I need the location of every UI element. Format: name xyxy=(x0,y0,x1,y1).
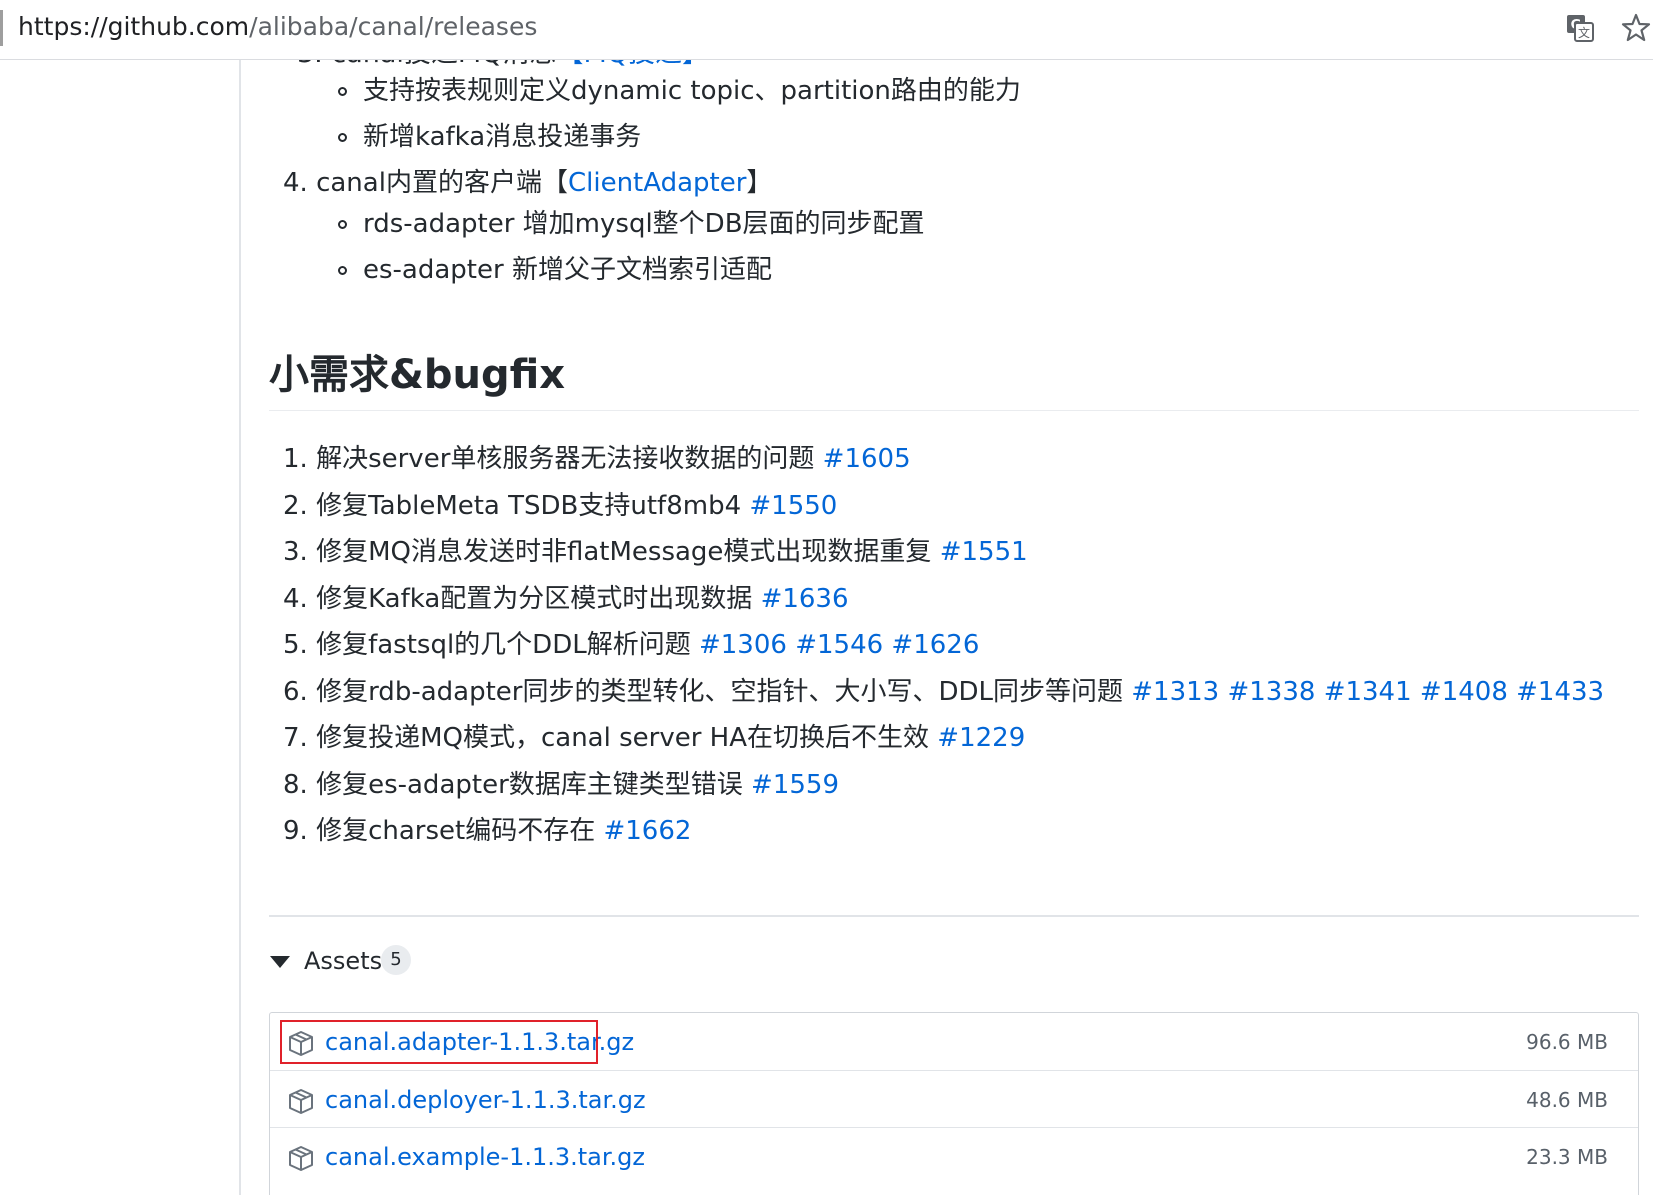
browser-address-bar[interactable]: https://github.com/alibaba/canal/release… xyxy=(0,0,1653,60)
annotation-highlight-box xyxy=(280,1020,598,1064)
bracket-open: 【 xyxy=(541,168,568,198)
list-number: 4. xyxy=(283,583,308,614)
url-path: /alibaba/canal/releases xyxy=(249,12,538,41)
bullet-icon xyxy=(338,266,347,275)
issue-link[interactable]: #1550 xyxy=(749,491,837,521)
asset-size: 23.3 MB xyxy=(1526,1145,1608,1169)
sub-list-item: rds-adapter 增加mysql整个DB层面的同步配置 xyxy=(363,209,925,239)
svg-text:文: 文 xyxy=(1578,25,1590,40)
bugfix-item: 1. 解决server单核服务器无法接收数据的问题 #1605 xyxy=(283,440,911,478)
issue-link[interactable]: #1433 xyxy=(1516,677,1604,707)
asset-row: canal.example-1.1.3.tar.gz 23.3 MB xyxy=(270,1127,1638,1187)
partial-item-text: 3. canal投递MQ消息 xyxy=(297,60,556,69)
list-text: canal内置的客户端 xyxy=(316,168,542,198)
address-bar-edge xyxy=(0,10,3,46)
release-notes-body: 3. canal投递MQ消息【MQ投递】 支持按表规则定义dynamic top… xyxy=(241,60,1653,1195)
bugfix-text: 修复投递MQ模式，canal server HA在切换后不生效 xyxy=(316,723,930,753)
asset-row: canal.deployer-1.1.3.tar.gz 48.6 MB xyxy=(270,1070,1638,1130)
url-host: https://github.com xyxy=(18,12,250,41)
list-number: 8. xyxy=(283,769,308,800)
assets-divider xyxy=(269,915,1639,917)
issue-link[interactable]: #1605 xyxy=(823,444,911,474)
asset-link[interactable]: canal.example-1.1.3.tar.gz xyxy=(325,1138,645,1176)
assets-list: canal.adapter-1.1.3.tar.gz 96.6 MB canal… xyxy=(269,1012,1639,1195)
star-icon[interactable] xyxy=(1620,12,1652,44)
bullet-icon xyxy=(338,220,347,229)
asset-size: 96.6 MB xyxy=(1526,1030,1608,1054)
list-number: 4. xyxy=(283,168,308,198)
bullet-icon xyxy=(338,87,347,96)
bugfix-item: 7. 修复投递MQ模式，canal server HA在切换后不生效 #1229 xyxy=(283,719,1025,757)
bullet-icon xyxy=(338,133,347,142)
section-heading: 小需求&bugfix xyxy=(269,352,566,398)
list-number: 3. xyxy=(283,537,308,567)
list-item: 4. canal内置的客户端【ClientAdapter】 xyxy=(283,164,772,202)
issue-link[interactable]: #1636 xyxy=(761,584,849,614)
list-number: 1. xyxy=(283,444,308,474)
issue-link[interactable]: #1338 xyxy=(1227,677,1315,707)
issue-link[interactable]: #1313 xyxy=(1131,677,1219,707)
sub-list-item: 支持按表规则定义dynamic topic、partition路由的能力 xyxy=(363,76,1021,106)
bugfix-text: 修复Kafka配置为分区模式时出现数据 xyxy=(316,583,753,614)
asset-link[interactable]: canal.deployer-1.1.3.tar.gz xyxy=(325,1081,646,1119)
list-number: 2. xyxy=(283,490,308,521)
bracket-close: 】 xyxy=(746,168,773,198)
sub-list-item: es-adapter 新增父子文档索引适配 xyxy=(363,255,772,285)
bugfix-text: 修复TableMeta TSDB支持utf8mb4 xyxy=(316,490,742,521)
issue-link[interactable]: #1341 xyxy=(1324,677,1412,707)
bugfix-item: 3. 修复MQ消息发送时非flatMessage模式出现数据重复 #1551 xyxy=(283,533,1028,571)
list-number: 7. xyxy=(283,723,308,753)
assets-count-badge: 5 xyxy=(381,945,411,975)
bugfix-item: 5. 修复fastsql的几个DDL解析问题 #1306 #1546 #1626 xyxy=(283,626,979,664)
list-number: 9. xyxy=(283,816,308,846)
bugfix-text: 修复fastsql的几个DDL解析问题 xyxy=(316,630,691,660)
package-icon xyxy=(289,1146,313,1171)
bugfix-text: 解决server单核服务器无法接收数据的问题 xyxy=(316,444,815,474)
triangle-down-icon[interactable] xyxy=(269,955,291,969)
bugfix-item: 6. 修复rdb-adapter同步的类型转化、空指针、大小写、DDL同步等问题… xyxy=(283,673,1604,711)
bugfix-item: 9. 修复charset编码不存在 #1662 xyxy=(283,812,691,850)
issue-link[interactable]: #1229 xyxy=(937,723,1025,753)
asset-row: canal.adapter-1.1.3.tar.gz 96.6 MB xyxy=(270,1013,1638,1073)
package-icon xyxy=(289,1089,313,1114)
issue-link[interactable]: #1546 xyxy=(795,630,883,660)
bugfix-item: 2. 修复TableMeta TSDB支持utf8mb4 #1550 xyxy=(283,487,837,525)
issue-link[interactable]: #1306 xyxy=(699,630,787,660)
bugfix-text: 修复rdb-adapter同步的类型转化、空指针、大小写、DDL同步等问题 xyxy=(316,676,1123,707)
bugfix-text: 修复charset编码不存在 xyxy=(316,816,596,846)
issue-link[interactable]: #1408 xyxy=(1420,677,1508,707)
translate-icon[interactable]: G 文 xyxy=(1566,14,1594,42)
asset-size: 48.6 MB xyxy=(1526,1088,1608,1112)
sub-list-item: 新增kafka消息投递事务 xyxy=(363,122,642,152)
bugfix-text: 修复MQ消息发送时非flatMessage模式出现数据重复 xyxy=(316,537,932,567)
issue-link[interactable]: #1559 xyxy=(751,770,839,800)
issue-link[interactable]: #1626 xyxy=(891,630,979,660)
heading-divider xyxy=(269,410,1639,411)
list-number: 6. xyxy=(283,676,308,707)
list-number: 5. xyxy=(283,630,308,660)
url-text[interactable]: https://github.com/alibaba/canal/release… xyxy=(18,10,537,44)
bugfix-item: 4. 修复Kafka配置为分区模式时出现数据 #1636 xyxy=(283,580,849,618)
bugfix-text: 修复es-adapter数据库主键类型错误 xyxy=(316,769,743,800)
mq-link[interactable]: 【MQ投递】 xyxy=(556,60,709,69)
issue-link[interactable]: #1551 xyxy=(940,537,1028,567)
issue-link[interactable]: #1662 xyxy=(603,816,691,846)
clientadapter-link[interactable]: ClientAdapter xyxy=(568,168,746,198)
bugfix-item: 8. 修复es-adapter数据库主键类型错误 #1559 xyxy=(283,766,839,804)
assets-label[interactable]: Assets xyxy=(304,943,382,979)
